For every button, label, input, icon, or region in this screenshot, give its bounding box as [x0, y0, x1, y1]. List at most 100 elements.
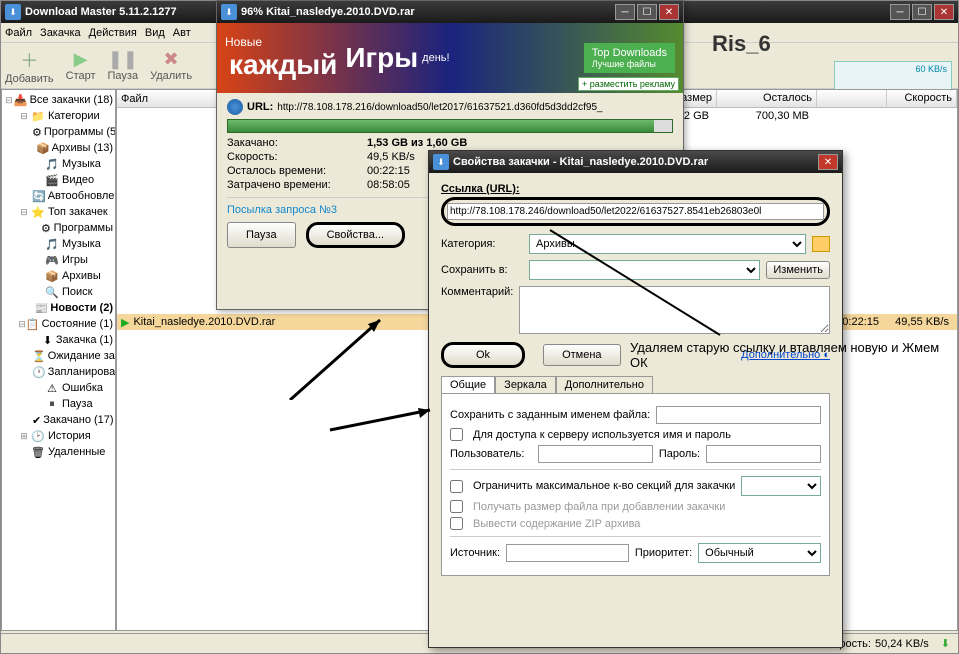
close-button[interactable]: ✕ — [934, 4, 954, 20]
minimize-button[interactable]: ─ — [615, 4, 635, 20]
menu-download[interactable]: Закачка — [40, 27, 81, 39]
tree-label: Категории — [48, 110, 100, 122]
menu-view[interactable]: Вид — [145, 27, 165, 39]
tab-mirrors[interactable]: Зеркала — [495, 376, 556, 393]
change-button[interactable]: Изменить — [766, 261, 830, 279]
url-input[interactable] — [447, 203, 824, 220]
maxsec-select[interactable] — [741, 476, 821, 496]
tree-item[interactable]: 📦Архивы (13) — [4, 140, 113, 156]
getsize-label: Получать размер файла при добавлении зак… — [473, 501, 725, 513]
priority-select[interactable]: Обычный — [698, 543, 821, 563]
ad-banner[interactable]: Новыекаждый Игры день! Top DownloadsЛучш… — [217, 23, 683, 93]
source-label: Источник: — [450, 547, 500, 559]
tree-item[interactable]: 🎬Видео — [4, 172, 113, 188]
app-icon: ⬇ — [5, 4, 21, 20]
category-icon: 🎬 — [44, 173, 60, 187]
menu-actions[interactable]: Действия — [89, 27, 137, 39]
tab-general[interactable]: Общие — [441, 376, 495, 393]
tree-label: Закачка (1) — [56, 334, 113, 346]
ris-label: Ris_6 — [712, 31, 952, 57]
folder-icon[interactable] — [812, 236, 830, 252]
tree-item[interactable]: ⊟📥Все закачки (18) — [4, 92, 113, 108]
properties-button[interactable]: Свойства... — [306, 222, 405, 248]
tree-item[interactable]: ✔Закачано (17) — [4, 412, 113, 428]
save-path-select[interactable] — [529, 260, 760, 280]
app-icon: ⬇ — [221, 4, 237, 20]
tree-item[interactable]: ⚙Программы — [4, 220, 113, 236]
expand-icon[interactable]: ⊞ — [18, 431, 30, 442]
start-button[interactable]: ▶Старт — [66, 49, 96, 82]
tree-label: Автообновление — [48, 190, 116, 202]
delete-button[interactable]: ✖Удалить — [150, 49, 192, 82]
category-icon: 🗑 — [30, 445, 46, 459]
tree-item[interactable]: 🗑Удаленные — [4, 444, 113, 460]
menu-auto[interactable]: Авт — [173, 27, 191, 39]
tree-item[interactable]: 🔍Поиск — [4, 284, 113, 300]
auth-checkbox[interactable] — [450, 428, 463, 441]
expand-icon[interactable]: ⊟ — [18, 111, 30, 122]
category-icon: ⚠ — [44, 381, 60, 395]
tree-item[interactable]: ⚠Ошибка — [4, 380, 113, 396]
pause-button[interactable]: ❚❚Пауза — [108, 49, 139, 82]
close-button[interactable]: ✕ — [659, 4, 679, 20]
tree-item[interactable]: 🎮Игры — [4, 252, 113, 268]
user-input[interactable] — [538, 445, 653, 463]
category-icon: 📁 — [30, 109, 46, 123]
tree-item[interactable]: ⏳Ожидание закачки — [4, 348, 113, 364]
expand-icon[interactable]: ⊟ — [4, 95, 14, 106]
category-icon: ⚙ — [40, 221, 51, 235]
tree-item[interactable]: ⊟📋Состояние (1) — [4, 316, 113, 332]
tree-item[interactable]: 🎵Музыка — [4, 236, 113, 252]
pause-button[interactable]: Пауза — [227, 222, 296, 248]
category-select[interactable]: Архивы — [529, 234, 806, 254]
minimize-button[interactable]: ─ — [890, 4, 910, 20]
properties-titlebar[interactable]: ⬇ Свойства закачки - Kitai_nasledye.2010… — [429, 151, 842, 173]
tree-item[interactable]: 📰Новости (2) — [4, 300, 113, 316]
expand-icon[interactable]: ⊟ — [18, 207, 30, 218]
tree-item[interactable]: 📦Архивы — [4, 268, 113, 284]
cancel-button[interactable]: Отмена — [543, 344, 620, 366]
url-label: URL: — [247, 101, 273, 113]
tree-item[interactable]: ⚙Программы (5) — [4, 124, 113, 140]
add-button[interactable]: ＋Добавить — [5, 47, 54, 85]
tree-label: Состояние (1) — [42, 318, 113, 330]
tree-label: Новости (2) — [50, 302, 113, 314]
zip-checkbox[interactable] — [450, 517, 463, 530]
col-remaining[interactable]: Осталось — [717, 90, 817, 107]
tree-item[interactable]: 🕐Запланировано — [4, 364, 113, 380]
tree-item[interactable]: ⊟⭐Топ закачек — [4, 204, 113, 220]
tree-item[interactable]: 🔄Автообновление — [4, 188, 113, 204]
tree-item[interactable]: 🎵Музыка — [4, 156, 113, 172]
savename-input[interactable] — [656, 406, 821, 424]
menu-file[interactable]: Файл — [5, 27, 32, 39]
source-input[interactable] — [506, 544, 629, 562]
getsize-checkbox[interactable] — [450, 500, 463, 513]
comment-label: Комментарий: — [441, 286, 513, 298]
save-label: Сохранить в: — [441, 264, 523, 276]
category-tree[interactable]: ⊟📥Все закачки (18)⊟📁Категории⚙Программы … — [1, 89, 116, 631]
ok-button[interactable]: Ok — [441, 342, 525, 368]
tray-icon[interactable]: ⬇ — [941, 637, 950, 650]
properties-dialog: ⬇ Свойства закачки - Kitai_nasledye.2010… — [428, 150, 843, 648]
maximize-button[interactable]: ☐ — [912, 4, 932, 20]
category-icon: 📰 — [35, 301, 49, 315]
close-button[interactable]: ✕ — [818, 154, 838, 170]
tree-item[interactable]: ⊟📁Категории — [4, 108, 113, 124]
progress-titlebar[interactable]: ⬇ 96% Kitai_nasledye.2010.DVD.rar ─ ☐ ✕ — [217, 1, 683, 23]
col-time[interactable] — [817, 90, 887, 107]
tree-item[interactable]: ⬇Закачка (1) — [4, 332, 113, 348]
tabs: Общие Зеркала Дополнительно — [441, 376, 830, 394]
tree-label: Все закачки (18) — [30, 94, 113, 106]
maxsec-checkbox[interactable] — [450, 480, 463, 493]
pass-input[interactable] — [706, 445, 821, 463]
col-speed[interactable]: Скорость — [887, 90, 957, 107]
tree-label: Запланировано — [48, 366, 116, 378]
tab-advanced[interactable]: Дополнительно — [556, 376, 653, 393]
place-ad-link[interactable]: + разместить рекламу — [578, 77, 679, 91]
tree-item[interactable]: ⏸Пауза — [4, 396, 113, 412]
tree-item[interactable]: ⊞🕑История — [4, 428, 113, 444]
maximize-button[interactable]: ☐ — [637, 4, 657, 20]
play-icon: ▶ — [121, 316, 129, 329]
comment-input[interactable] — [519, 286, 830, 334]
expand-icon[interactable]: ⊟ — [18, 319, 26, 330]
